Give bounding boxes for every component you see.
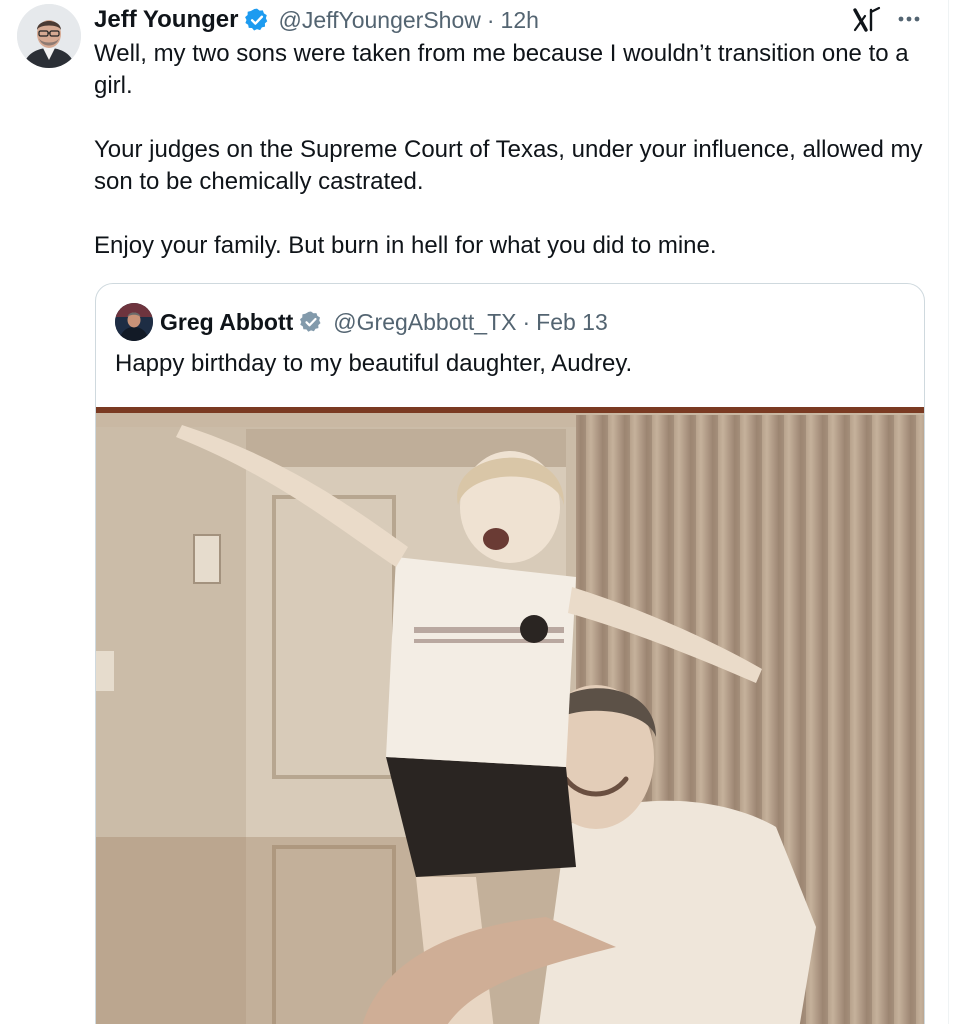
tweet-time[interactable]: 12h	[501, 7, 539, 34]
tweet-text: Well, my two sons were taken from me bec…	[94, 38, 934, 262]
timeline-divider	[948, 0, 949, 1024]
header-separator: ·	[486, 6, 495, 33]
author-handle[interactable]: @JeffYoungerShow	[278, 7, 480, 34]
author-avatar[interactable]	[17, 4, 81, 68]
quoted-author-avatar[interactable]	[115, 303, 153, 341]
tweet-header: Jeff Younger @JeffYoungerShow · 12h	[94, 4, 539, 36]
verified-badge-icon[interactable]	[244, 7, 270, 33]
quoted-tweet-text: Happy birthday to my beautiful daughter,…	[115, 350, 633, 377]
tweet-paragraph: Well, my two sons were taken from me bec…	[94, 40, 909, 99]
quoted-tweet-photo[interactable]	[96, 407, 924, 1024]
government-verified-badge-icon[interactable]	[299, 310, 323, 334]
quoted-header-separator: ·	[522, 308, 531, 335]
quoted-tweet-card[interactable]: Greg Abbott @GregAbbott_TX · Feb 13 Happ…	[95, 283, 925, 1024]
quoted-author-name[interactable]: Greg Abbott	[160, 309, 293, 336]
x-logo-icon	[852, 6, 882, 34]
tweet-paragraph: Enjoy your family. But burn in hell for …	[94, 232, 717, 259]
quoted-author-handle[interactable]: @GregAbbott_TX	[333, 309, 516, 336]
more-options-icon[interactable]	[894, 4, 924, 34]
author-name[interactable]: Jeff Younger	[94, 6, 238, 34]
tweet-paragraph: Your judges on the Supreme Court of Texa…	[94, 136, 923, 195]
quoted-tweet-date[interactable]: Feb 13	[536, 309, 608, 336]
quoted-tweet-header: Greg Abbott @GregAbbott_TX · Feb 13	[160, 306, 608, 338]
